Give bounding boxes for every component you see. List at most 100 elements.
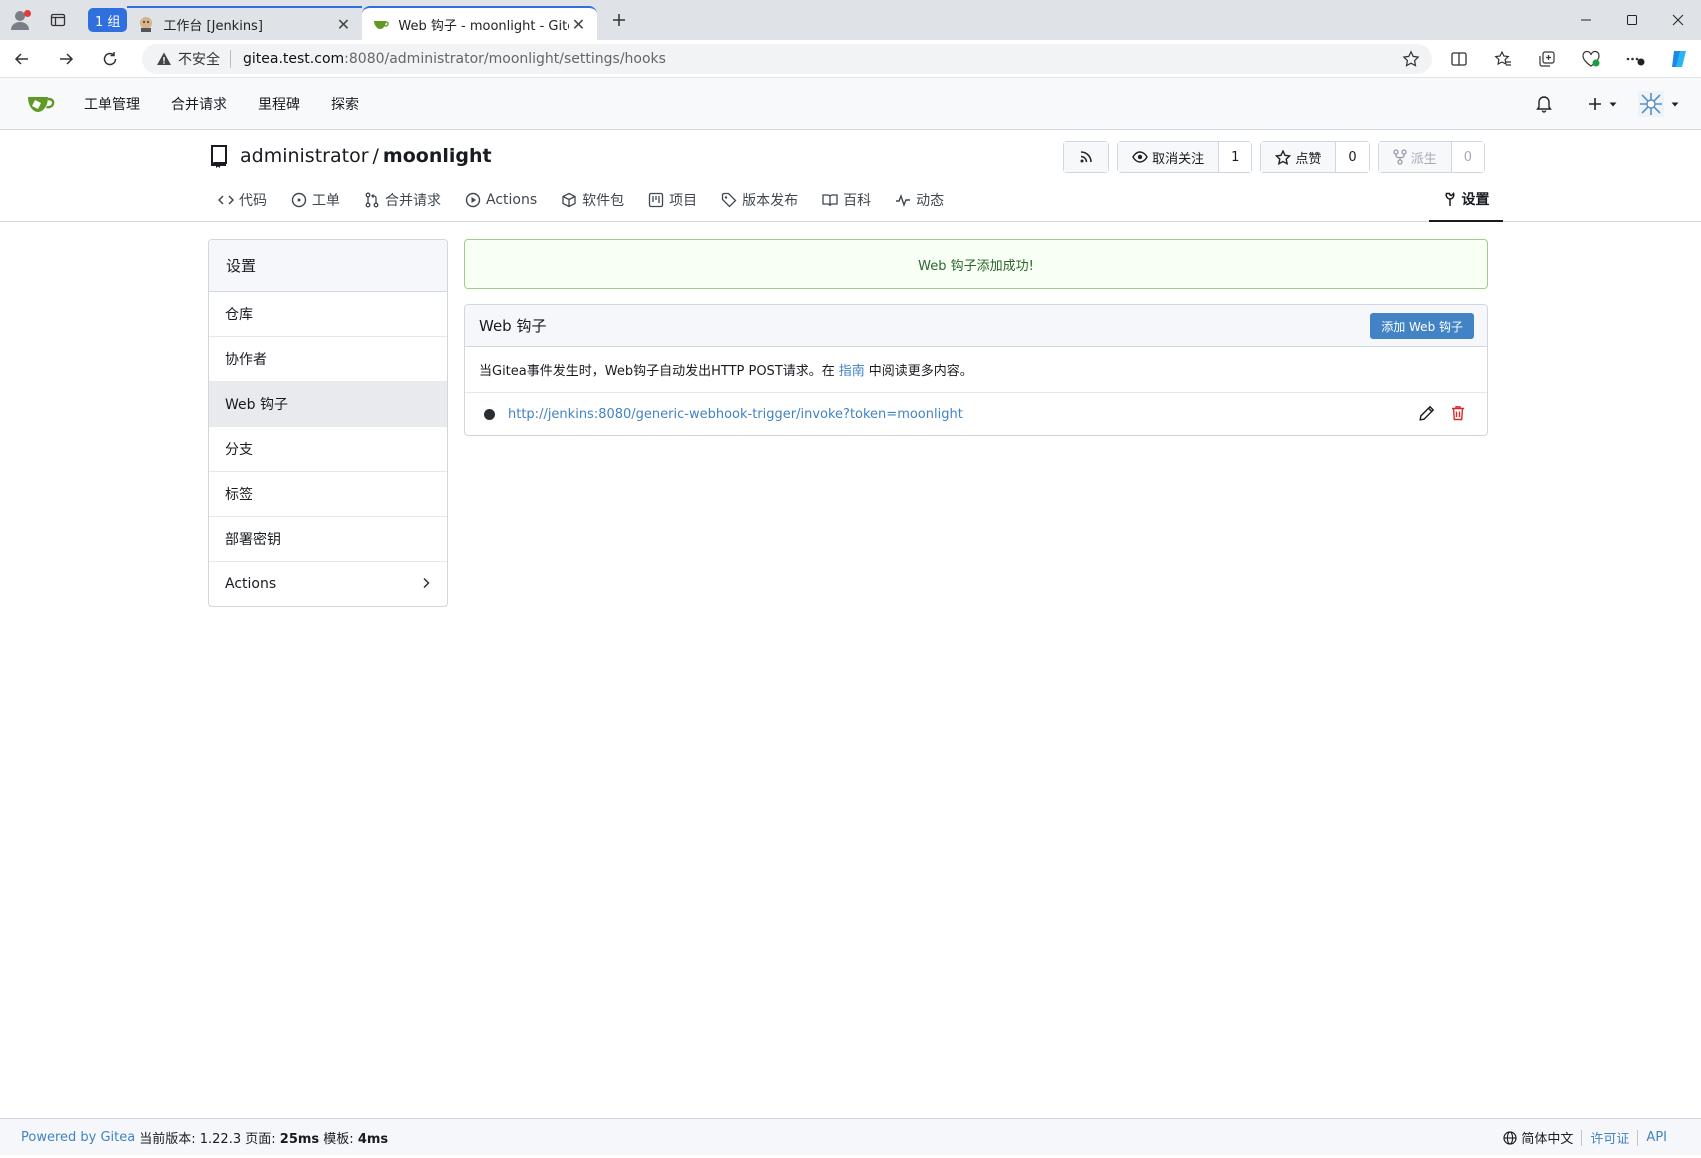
webhook-url-link[interactable]: http://jenkins:8080/generic-webhook-trig… (508, 407, 963, 422)
plus-icon (613, 14, 626, 26)
minimize-button[interactable] (1563, 0, 1609, 40)
nav-link-issues[interactable]: 工单管理 (84, 94, 140, 114)
star-button-group: 点赞 0 (1260, 141, 1370, 173)
favorite-star-icon[interactable] (1402, 50, 1420, 68)
globe-icon (1503, 1130, 1517, 1145)
gitea-navbar: 工单管理 合并请求 里程碑 探索 (0, 78, 1701, 130)
sidebar-item-repository[interactable]: 仓库 (209, 292, 447, 337)
collections-button[interactable] (1525, 40, 1569, 78)
more-menu-button[interactable] (1613, 40, 1657, 78)
webhooks-panel: Web 钩子 添加 Web 钩子 当Gitea事件发生时，Web钩子自动发出HT… (464, 304, 1488, 436)
tab-label: 项目 (669, 193, 698, 209)
maximize-button[interactable] (1609, 0, 1655, 40)
close-tab-icon[interactable]: ✕ (334, 15, 352, 34)
user-menu-button[interactable] (1637, 91, 1681, 117)
fork-button[interactable]: 派生 (1378, 142, 1451, 172)
add-webhook-button[interactable]: 添加 Web 钩子 (1370, 313, 1474, 339)
tab-projects[interactable]: 项目 (648, 190, 697, 210)
tool-icon (1444, 192, 1455, 206)
sidebar-item-deploy-keys[interactable]: 部署密钥 (209, 517, 447, 562)
star-count[interactable]: 0 (1335, 142, 1369, 172)
sidebar-header: 设置 (209, 240, 447, 292)
pulse-icon (896, 193, 911, 208)
nav-link-explore[interactable]: 探索 (331, 94, 359, 114)
fork-count[interactable]: 0 (1450, 142, 1484, 172)
page-time-label: 页面: (245, 1131, 276, 1147)
settings-tab-label: 设置 (1461, 192, 1490, 208)
trash-icon[interactable] (1451, 405, 1465, 421)
repo-name-link[interactable]: moonlight (383, 145, 492, 167)
split-screen-icon (1451, 52, 1467, 66)
code-icon (218, 195, 234, 205)
webhook-status-dot (484, 408, 495, 420)
avatar (1638, 91, 1664, 117)
star-label: 点赞 (1295, 151, 1322, 167)
arrow-left-icon (14, 52, 28, 65)
tab-actions-button[interactable] (40, 0, 76, 40)
powered-by-link[interactable]: Powered by Gitea (21, 1130, 135, 1145)
close-window-button[interactable] (1655, 0, 1701, 40)
api-link[interactable]: API (1646, 1130, 1667, 1145)
tab-actions[interactable]: Actions (465, 192, 537, 208)
new-tab-button[interactable] (601, 2, 637, 38)
reload-button[interactable] (88, 40, 132, 78)
sidebar-item-tags[interactable]: 标签 (209, 472, 447, 517)
tab-packages[interactable]: 软件包 (561, 190, 624, 210)
warning-icon (157, 52, 171, 65)
gitea-favicon (374, 21, 390, 29)
address-bar[interactable]: 不安全 gitea.test.com:8080/administrator/mo… (142, 44, 1432, 74)
watch-count[interactable]: 1 (1218, 142, 1252, 172)
tab-code[interactable]: 代码 (218, 190, 267, 210)
pencil-icon[interactable] (1419, 405, 1435, 421)
create-menu-button[interactable] (1583, 97, 1623, 111)
guide-link[interactable]: 指南 (839, 360, 865, 379)
nav-link-pulls[interactable]: 合并请求 (171, 94, 227, 114)
tab-label: Actions (486, 192, 538, 208)
webhook-list-item: http://jenkins:8080/generic-webhook-trig… (465, 393, 1487, 435)
sidebar-item-webhooks[interactable]: Web 钩子 (209, 382, 447, 427)
browser-toolbar: 不安全 gitea.test.com:8080/administrator/mo… (0, 40, 1701, 78)
gitea-logo-icon[interactable] (22, 90, 62, 118)
close-tab-icon[interactable]: ✕ (569, 15, 587, 34)
copilot-icon (1672, 51, 1686, 67)
description-text-end: 中阅读更多内容。 (868, 364, 973, 379)
tab-activity[interactable]: 动态 (895, 190, 944, 210)
version-label: 当前版本: 1.22.3 (139, 1131, 242, 1147)
license-link[interactable]: 许可证 (1590, 1128, 1629, 1147)
favorites-button[interactable] (1481, 40, 1525, 78)
star-button[interactable]: 点赞 (1261, 142, 1336, 172)
tab-issues[interactable]: 工单 (291, 190, 340, 210)
sidebar-item-actions[interactable]: Actions (209, 562, 447, 606)
tab-group-badge[interactable]: 1 组 (88, 8, 128, 32)
rss-button[interactable] (1063, 141, 1110, 173)
browser-tab-jenkins[interactable]: 工作台 [Jenkins] ✕ (127, 6, 363, 40)
arrow-right-icon (60, 52, 74, 65)
nav-link-milestones[interactable]: 里程碑 (258, 94, 300, 114)
split-screen-button[interactable] (1437, 40, 1481, 78)
browser-essentials-button[interactable] (1569, 40, 1613, 78)
sidebar-item-collaborators[interactable]: 协作者 (209, 337, 447, 382)
copilot-button[interactable] (1657, 40, 1701, 78)
back-button[interactable] (0, 40, 44, 78)
sidebar-item-branches[interactable]: 分支 (209, 427, 447, 472)
repo-owner-link[interactable]: administrator (240, 145, 369, 167)
tab-settings[interactable]: 设置 (1429, 178, 1503, 222)
insecure-label[interactable]: 不安全 (178, 49, 220, 69)
forward-button[interactable] (44, 40, 88, 78)
tab-wiki[interactable]: 百科 (822, 190, 871, 210)
book-icon (822, 194, 838, 207)
repo-title-separator: / (372, 145, 379, 167)
browser-tab-gitea[interactable]: Web 钩子 - moonlight - Gitea: Git with a c… (362, 6, 598, 40)
repo-icon (211, 145, 227, 168)
repo-title: administrator / moonlight (208, 144, 492, 168)
tab-label: 合并请求 (385, 193, 441, 209)
profile-button[interactable] (0, 0, 40, 40)
fork-button-group: 派生 0 (1377, 141, 1485, 173)
page-time: 25ms (279, 1131, 320, 1147)
tab-pulls[interactable]: 合并请求 (364, 190, 441, 210)
tab-releases[interactable]: 版本发布 (721, 190, 798, 210)
notifications-button[interactable] (1529, 95, 1559, 113)
unwatch-button[interactable]: 取消关注 (1118, 142, 1219, 172)
language-selector[interactable]: 简体中文 (1503, 1128, 1573, 1147)
fork-label: 派生 (1410, 151, 1437, 167)
